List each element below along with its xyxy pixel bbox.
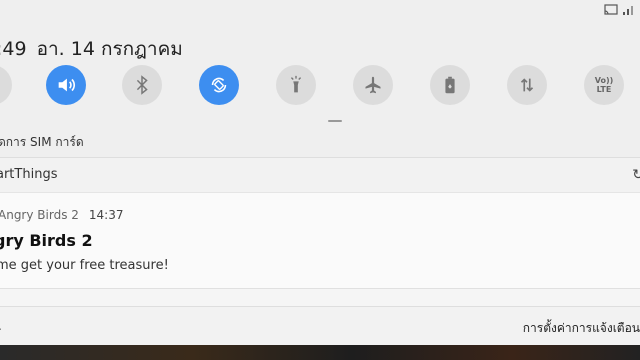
battery-saver-toggle[interactable] (430, 65, 470, 105)
flashlight-toggle[interactable] (276, 65, 316, 105)
smartthings-label: artThings (0, 167, 58, 182)
smartthings-row[interactable]: artThings ↻ (0, 157, 640, 192)
drag-handle[interactable] (328, 120, 342, 122)
sound-toggle[interactable] (46, 65, 86, 105)
volte-icon: Vo)) LTE (594, 76, 614, 94)
notification-title: gry Birds 2 (0, 231, 93, 250)
bluetooth-toggle[interactable] (122, 65, 162, 105)
flashlight-icon (290, 75, 302, 93)
footer-left[interactable]: . (0, 319, 2, 333)
status-bar (604, 4, 636, 16)
date-label: อา. 14 กรกฎาคม (36, 38, 183, 60)
airplane-icon (365, 76, 381, 94)
volte-toggle[interactable]: Vo)) LTE (584, 65, 624, 105)
mobile-data-toggle[interactable] (507, 65, 547, 105)
signal-icon (623, 6, 633, 15)
quick-tile-partial[interactable] (0, 65, 12, 105)
notification-card[interactable]: Angry Birds 2 14:37 gry Birds 2 me get yo… (0, 192, 640, 289)
notification-footer: . การตั้งค่าการแจ้งเตือน (0, 306, 640, 345)
sound-icon (58, 78, 76, 92)
cast-icon (604, 4, 618, 15)
clock: :49 (0, 38, 27, 60)
airplane-toggle[interactable] (353, 65, 393, 105)
next-notification-peek[interactable] (0, 288, 640, 307)
sim-card-manager-link[interactable]: ดการ SIM การ์ด (0, 133, 84, 152)
auto-rotate-toggle[interactable] (199, 65, 239, 105)
notification-body: me get your free treasure! (0, 258, 169, 273)
mobile-data-icon (520, 78, 534, 92)
battery-saver-icon (445, 76, 455, 94)
bluetooth-icon (136, 75, 148, 95)
notification-app-name: Angry Birds 2 (0, 208, 79, 222)
date-time: :49 อา. 14 กรกฎาคม (0, 34, 193, 64)
home-wallpaper (0, 345, 640, 360)
notification-time: 14:37 (88, 208, 124, 222)
refresh-icon[interactable]: ↻ (632, 167, 640, 183)
quick-settings-row: Vo)) LTE (0, 65, 640, 105)
notification-panel: :49 อา. 14 กรกฎาคม (0, 0, 640, 345)
auto-rotate-icon (211, 77, 227, 93)
notification-settings-link[interactable]: การตั้งค่าการแจ้งเตือน (523, 319, 640, 338)
notification-meta: Angry Birds 2 14:37 (0, 208, 123, 222)
